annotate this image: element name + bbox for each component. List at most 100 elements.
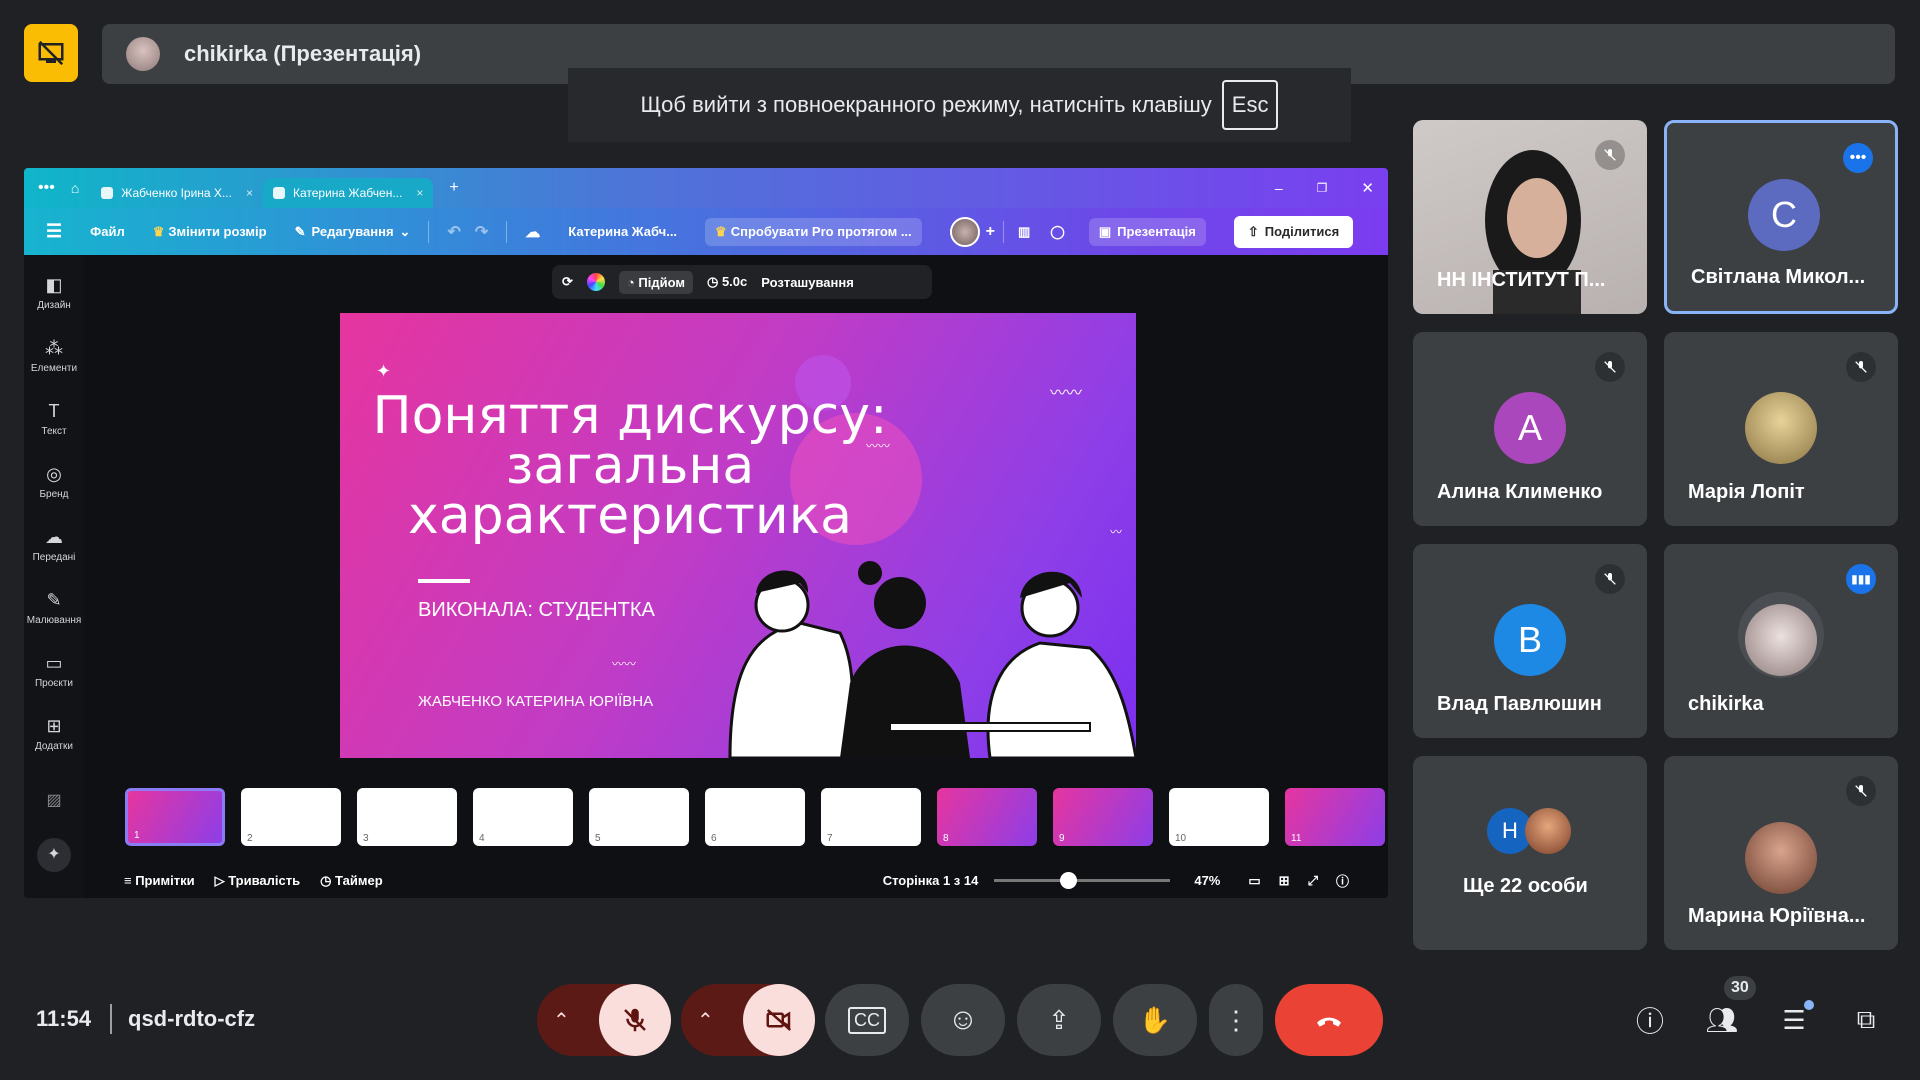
- slide-thumbnails: 1 2 3 4 5 6 7 8 9 10 11: [100, 788, 1388, 850]
- magic-button[interactable]: ✦: [24, 838, 84, 872]
- presentation-stop-icon[interactable]: [24, 24, 78, 82]
- thumbnail-view-icon[interactable]: ⊞: [1279, 873, 1290, 889]
- browser-tab-1[interactable]: Жабченко Ірина Х... ×: [91, 178, 263, 208]
- notes-icon: ≡: [124, 873, 136, 888]
- slide-thumbnail[interactable]: 8: [937, 788, 1037, 846]
- present-screen-button[interactable]: ⇪: [1017, 984, 1101, 1056]
- participant-tile[interactable]: С ••• Світлана Микол...: [1664, 120, 1898, 314]
- rail-elements[interactable]: ⁂ Елементи: [24, 338, 84, 374]
- slide-thumbnail[interactable]: 3: [357, 788, 457, 846]
- notes-button[interactable]: ≡ Примітки: [124, 873, 195, 888]
- slide-thumbnail[interactable]: 10: [1169, 788, 1269, 846]
- refresh-icon[interactable]: ⟳: [562, 274, 573, 290]
- duration-icon: ▷: [214, 872, 229, 888]
- left-rail: ◧ Дизайн ⁂ Елементи T Текст ◎ Бренд ☁ Передан…: [24, 255, 84, 898]
- slide-thumbnail[interactable]: 6: [705, 788, 805, 846]
- rail-text[interactable]: T Текст: [24, 401, 84, 437]
- undo-icon[interactable]: ↶: [447, 222, 460, 242]
- mic-off-icon: [624, 1008, 646, 1032]
- more-icon[interactable]: •••: [38, 179, 55, 197]
- rail-draw[interactable]: ✎ Малювання: [24, 590, 84, 626]
- duration-button[interactable]: ▷ Тривалість: [215, 873, 301, 889]
- pro-trial-button[interactable]: ♛ Спробувати Pro протягом ...: [705, 217, 922, 246]
- add-collaborator-icon[interactable]: +: [986, 223, 995, 241]
- share-button[interactable]: ⇧ Поділитися: [1233, 215, 1354, 248]
- folder-icon: ▭: [45, 653, 63, 673]
- home-icon[interactable]: ⌂: [71, 180, 79, 196]
- people-button[interactable]: 👥︎ 30: [1698, 976, 1756, 1044]
- image-icon[interactable]: ▨: [24, 790, 84, 810]
- lift-animation-button[interactable]: ◔ Підйом: [618, 270, 693, 294]
- new-tab-icon[interactable]: +: [449, 179, 458, 197]
- timer-button[interactable]: ◷ Таймер: [320, 873, 383, 889]
- captions-button[interactable]: CC: [825, 984, 909, 1056]
- slide-thumbnail[interactable]: 5: [589, 788, 689, 846]
- zoom-level[interactable]: 47%: [1194, 873, 1220, 888]
- rail-design[interactable]: ◧ Дизайн: [24, 275, 84, 311]
- menu-icon[interactable]: ☰: [46, 221, 62, 242]
- more-options-icon[interactable]: •••: [1843, 143, 1873, 173]
- slide-thumbnail[interactable]: 7: [821, 788, 921, 846]
- zoom-slider[interactable]: [994, 872, 1171, 889]
- divider: [428, 220, 430, 243]
- rail-brand[interactable]: ◎ Бренд: [24, 464, 84, 500]
- comment-icon[interactable]: ◯: [1050, 224, 1065, 240]
- rail-projects[interactable]: ▭ Проєкти: [24, 653, 84, 689]
- duration-button[interactable]: ◷ 5.0с: [707, 274, 747, 290]
- rail-apps[interactable]: ⊞ Додатки: [24, 716, 84, 752]
- resize-button[interactable]: ♛ Змінити розмір: [153, 224, 267, 240]
- zoom-slider-handle[interactable]: [1060, 872, 1078, 889]
- present-button[interactable]: ▣ Презентація: [1088, 217, 1206, 246]
- close-icon[interactable]: ×: [246, 186, 253, 200]
- position-button[interactable]: Розташування: [761, 275, 854, 290]
- raise-hand-button[interactable]: ✋: [1113, 984, 1197, 1056]
- participant-tile[interactable]: Марина Юріївна...: [1664, 756, 1898, 950]
- fullscreen-icon[interactable]: ⤢: [1308, 873, 1318, 889]
- camera-control: ⌃: [681, 984, 815, 1056]
- leave-call-button[interactable]: [1275, 984, 1383, 1056]
- redo-icon[interactable]: ↷: [475, 222, 488, 242]
- more-options-button[interactable]: ⋮: [1209, 984, 1263, 1056]
- emoji-icon: ☺: [947, 1003, 979, 1036]
- chevron-up-icon[interactable]: ⌃: [697, 1008, 714, 1033]
- participant-tile[interactable]: В Влад Павлюшин: [1413, 544, 1647, 738]
- color-icon[interactable]: [586, 273, 605, 291]
- close-icon[interactable]: ×: [416, 186, 423, 200]
- camera-toggle-button[interactable]: [743, 984, 815, 1056]
- slide-canvas[interactable]: ✦ 〰〰 〰〰 〰 〰〰 Поняття дискурсу: загальна …: [340, 313, 1136, 758]
- file-menu[interactable]: Файл: [90, 224, 125, 239]
- mic-toggle-button[interactable]: [599, 984, 671, 1056]
- reactions-button[interactable]: ☺: [921, 984, 1005, 1056]
- slide-thumbnail[interactable]: 1: [125, 788, 225, 846]
- activities-button[interactable]: ⧉: [1842, 996, 1890, 1044]
- collaborator-avatar[interactable]: +: [949, 216, 995, 247]
- window-close-icon[interactable]: ✕: [1361, 179, 1374, 197]
- participant-tile[interactable]: ▮▮▮ chikirka: [1664, 544, 1898, 738]
- rail-uploads[interactable]: ☁ Передані: [24, 527, 84, 563]
- chevron-up-icon[interactable]: ⌃: [553, 1008, 570, 1033]
- slide-thumbnail[interactable]: 9: [1053, 788, 1153, 846]
- meeting-details-button[interactable]: ⓘ: [1626, 996, 1674, 1044]
- slide-thumbnail[interactable]: 4: [473, 788, 573, 846]
- notification-dot: [1804, 1000, 1814, 1010]
- help-icon[interactable]: ⓘ: [1336, 871, 1349, 890]
- grid-view-icon[interactable]: ▭: [1248, 873, 1260, 889]
- restore-icon[interactable]: ❐: [1317, 181, 1328, 195]
- document-title[interactable]: Катерина Жабч...: [568, 224, 677, 239]
- editing-menu[interactable]: ✎ Редагування ⌄: [295, 224, 411, 240]
- participant-name: chikirka: [1688, 693, 1764, 715]
- slide-thumbnail[interactable]: 11: [1285, 788, 1385, 846]
- presenter-avatar: [126, 37, 160, 71]
- chat-button[interactable]: ☰: [1770, 996, 1818, 1044]
- participant-tile[interactable]: НН ІНСТИТУТ П...: [1413, 120, 1647, 314]
- insights-icon[interactable]: ▥: [1018, 224, 1030, 240]
- browser-tab-2[interactable]: Катерина Жабчен... ×: [262, 178, 434, 208]
- participant-tile[interactable]: Марія Лопіт: [1664, 332, 1898, 526]
- minimize-icon[interactable]: –: [1275, 180, 1283, 196]
- slide-thumbnail[interactable]: 2: [241, 788, 341, 846]
- more-participants-tile[interactable]: Н Ще 22 особи: [1413, 756, 1647, 950]
- speaking-icon: ▮▮▮: [1846, 564, 1876, 594]
- participant-tile[interactable]: А Алина Клименко: [1413, 332, 1647, 526]
- crown-icon: ♛: [715, 223, 727, 239]
- participant-name: Марина Юріївна...: [1688, 905, 1866, 927]
